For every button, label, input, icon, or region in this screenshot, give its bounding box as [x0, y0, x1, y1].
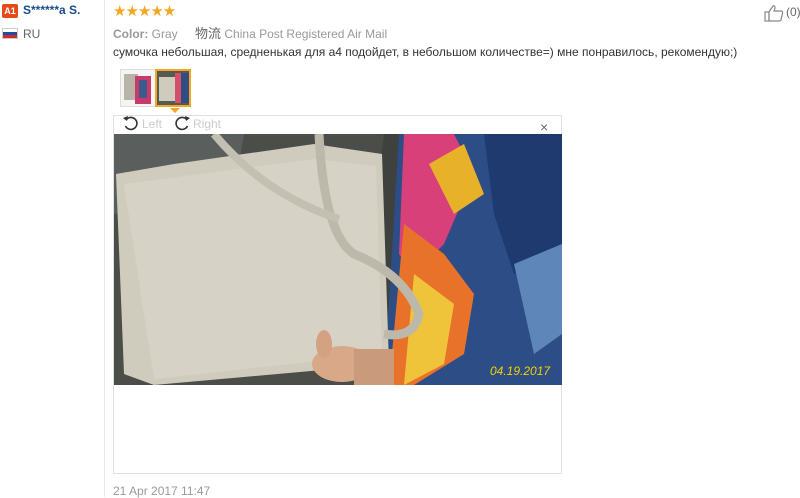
- photo-thumbnail[interactable]: [120, 69, 156, 107]
- shipping-icon-text: 物流: [195, 26, 222, 41]
- like-count: (0): [786, 5, 800, 19]
- rotate-left-button[interactable]: Left: [122, 115, 162, 133]
- level-badge: A1: [2, 4, 18, 18]
- selected-thumb-indicator: [170, 108, 180, 113]
- russia-flag-icon: [2, 28, 18, 39]
- review-timestamp: 21 Apr 2017 11:47: [113, 484, 211, 498]
- order-info: Color: Gray 物流 China Post Registered Air…: [113, 23, 387, 42]
- reviewer-column: A1 S******a S. RU: [0, 0, 105, 497]
- shipping-value: China Post Registered Air Mail: [224, 27, 388, 41]
- thumbs-up-icon[interactable]: [764, 4, 784, 22]
- rotate-left-label: Left: [142, 117, 163, 131]
- close-viewer-button[interactable]: ×: [540, 119, 548, 135]
- reviewer-name[interactable]: S******a S.: [23, 3, 80, 17]
- color-value: Gray: [151, 27, 178, 41]
- rotate-right-label: Right: [193, 117, 222, 131]
- reviewer-country: RU: [23, 27, 41, 41]
- review-photo: [114, 134, 562, 385]
- rotate-right-icon: [175, 116, 190, 131]
- photo-thumbnail-selected[interactable]: [155, 69, 191, 107]
- rotate-left-icon: [123, 116, 138, 131]
- rotate-right-button[interactable]: Right: [173, 115, 221, 133]
- review-text: сумочка небольшая, средненькая для а4 по…: [113, 45, 738, 59]
- color-label: Color:: [113, 27, 149, 41]
- photo-date-stamp: 04.19.2017: [490, 364, 551, 378]
- rating-stars: ★★★★★: [113, 3, 176, 20]
